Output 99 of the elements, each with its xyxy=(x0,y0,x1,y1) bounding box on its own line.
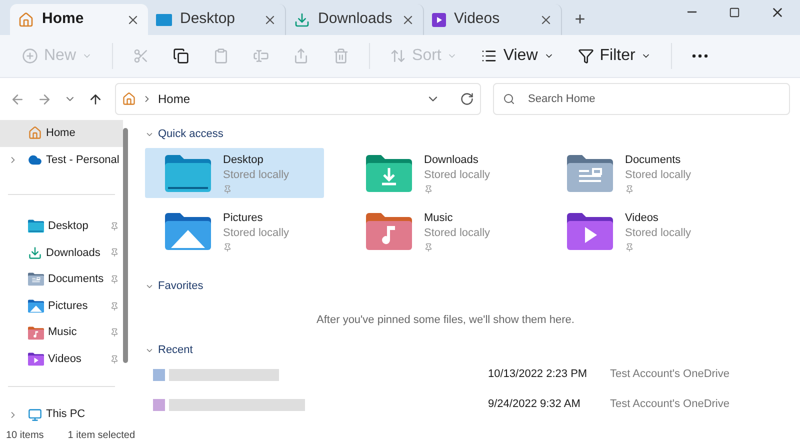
back-icon[interactable] xyxy=(10,92,25,106)
share-icon xyxy=(293,48,310,64)
sidebar-item[interactable]: This PC xyxy=(0,401,124,428)
cloud-icon xyxy=(28,152,42,167)
video-folder-icon xyxy=(28,352,44,366)
date-modified: 9/24/2022 9:32 AM xyxy=(488,397,582,412)
pin-icon xyxy=(110,274,120,284)
search-field[interactable]: Search Home xyxy=(493,83,790,115)
home-icon xyxy=(28,126,42,140)
folder-name: Desktop xyxy=(223,152,264,168)
folder-status: Stored locally xyxy=(223,226,290,240)
pin-icon xyxy=(625,242,634,252)
pin-icon xyxy=(110,248,120,258)
date-modified: 10/13/2022 2:23 PM xyxy=(488,367,588,382)
copy-icon xyxy=(173,48,190,64)
folder-status: Stored locally xyxy=(424,168,490,182)
pin-icon xyxy=(110,222,120,231)
folder-tile[interactable]: Downloads Stored locally xyxy=(346,148,525,198)
folder-name: Pictures xyxy=(223,210,264,226)
sidebar-item[interactable]: Test - Personal xyxy=(0,146,124,174)
search-icon xyxy=(503,93,515,105)
sidebar-item[interactable]: Documents xyxy=(0,266,124,293)
download-icon xyxy=(28,246,42,260)
folder-name: Music xyxy=(424,210,454,226)
section-title: Quick access xyxy=(158,126,224,142)
folder-name: Downloads xyxy=(424,152,480,168)
new-icon xyxy=(22,48,38,64)
section-title: Favorites xyxy=(158,278,204,294)
tab-label: Desktop xyxy=(180,9,236,30)
monitor-icon xyxy=(28,408,42,422)
folder-tile[interactable]: Music Stored locally xyxy=(346,206,525,256)
picture-folder-icon xyxy=(165,212,211,250)
download-folder-icon xyxy=(366,154,412,192)
folder-status: Stored locally xyxy=(424,226,490,240)
desktop-folder-icon xyxy=(165,154,211,192)
tab-label: Home xyxy=(42,9,85,30)
selection-count: 1 item selected xyxy=(68,428,136,442)
picture-folder-icon xyxy=(28,299,44,314)
filter-icon xyxy=(578,48,594,64)
download-icon xyxy=(294,12,310,28)
home-icon xyxy=(18,12,34,28)
view-icon xyxy=(481,48,498,64)
scrollbar[interactable] xyxy=(123,128,128,363)
file-location: Test Account's OneDrive xyxy=(610,397,730,412)
item-count: 10 items xyxy=(6,428,44,442)
pin-icon xyxy=(223,242,232,252)
tab[interactable]: Home xyxy=(10,4,148,35)
sort-icon xyxy=(390,48,406,64)
sidebar-item[interactable]: Videos xyxy=(0,346,124,372)
toolbar-button[interactable]: View xyxy=(473,40,562,72)
pin-icon xyxy=(424,242,433,252)
sidebar-item[interactable]: Desktop xyxy=(0,213,124,240)
folder-status: Stored locally xyxy=(625,226,692,240)
up-icon[interactable] xyxy=(88,92,103,106)
more-icon xyxy=(692,54,708,58)
home-icon xyxy=(122,92,136,106)
folder-status: Stored locally xyxy=(625,168,692,182)
folder-status: Stored locally xyxy=(223,168,290,182)
sidebar-item[interactable]: Home xyxy=(0,120,124,147)
folder-tile[interactable]: Pictures Stored locally xyxy=(145,206,324,256)
folder-name: Documents xyxy=(625,152,682,168)
pin-icon xyxy=(110,328,120,338)
tab-label: Videos xyxy=(454,9,501,30)
cut-icon xyxy=(133,48,150,64)
document-folder-icon xyxy=(567,154,613,192)
document-folder-icon xyxy=(28,272,44,286)
file-location: Test Account's OneDrive xyxy=(610,367,730,382)
pin-icon xyxy=(110,354,120,364)
desktop-folder-icon xyxy=(28,219,44,234)
pin-icon xyxy=(424,184,433,194)
pin-icon xyxy=(110,302,120,311)
empty-message: After you've pinned some files, we'll show them here. xyxy=(316,313,574,328)
folder-name: Videos xyxy=(625,210,660,226)
video-folder-icon xyxy=(567,212,613,250)
pin-icon xyxy=(625,184,634,194)
pin-icon xyxy=(223,184,232,194)
desktop-icon xyxy=(156,14,172,26)
music-folder-icon xyxy=(28,326,44,340)
toolbar-button[interactable]: Filter xyxy=(570,40,660,72)
delete-icon xyxy=(333,48,350,64)
folder-tile[interactable]: Videos Stored locally xyxy=(547,206,726,256)
maximize-icon[interactable] xyxy=(729,6,740,18)
refresh-icon[interactable] xyxy=(460,92,474,106)
address-text: Home xyxy=(158,91,192,108)
paste-icon xyxy=(213,48,230,64)
sidebar-item[interactable]: Pictures xyxy=(0,292,124,320)
video-icon xyxy=(432,12,446,26)
address-bar[interactable]: Home xyxy=(115,83,481,115)
section-title: Recent xyxy=(158,343,193,358)
music-folder-icon xyxy=(366,212,412,250)
sidebar-item[interactable]: Music xyxy=(0,319,124,346)
new-tab-button[interactable]: + xyxy=(562,4,598,35)
collapse-icon[interactable] xyxy=(145,346,154,355)
forward-icon[interactable] xyxy=(37,92,52,106)
rename-icon xyxy=(253,48,270,64)
folder-tile[interactable]: Desktop Stored locally xyxy=(145,148,324,198)
tab-label: Downloads xyxy=(318,9,393,30)
folder-tile[interactable]: Documents Stored locally xyxy=(547,148,726,198)
sidebar-item[interactable]: Downloads xyxy=(0,240,124,266)
